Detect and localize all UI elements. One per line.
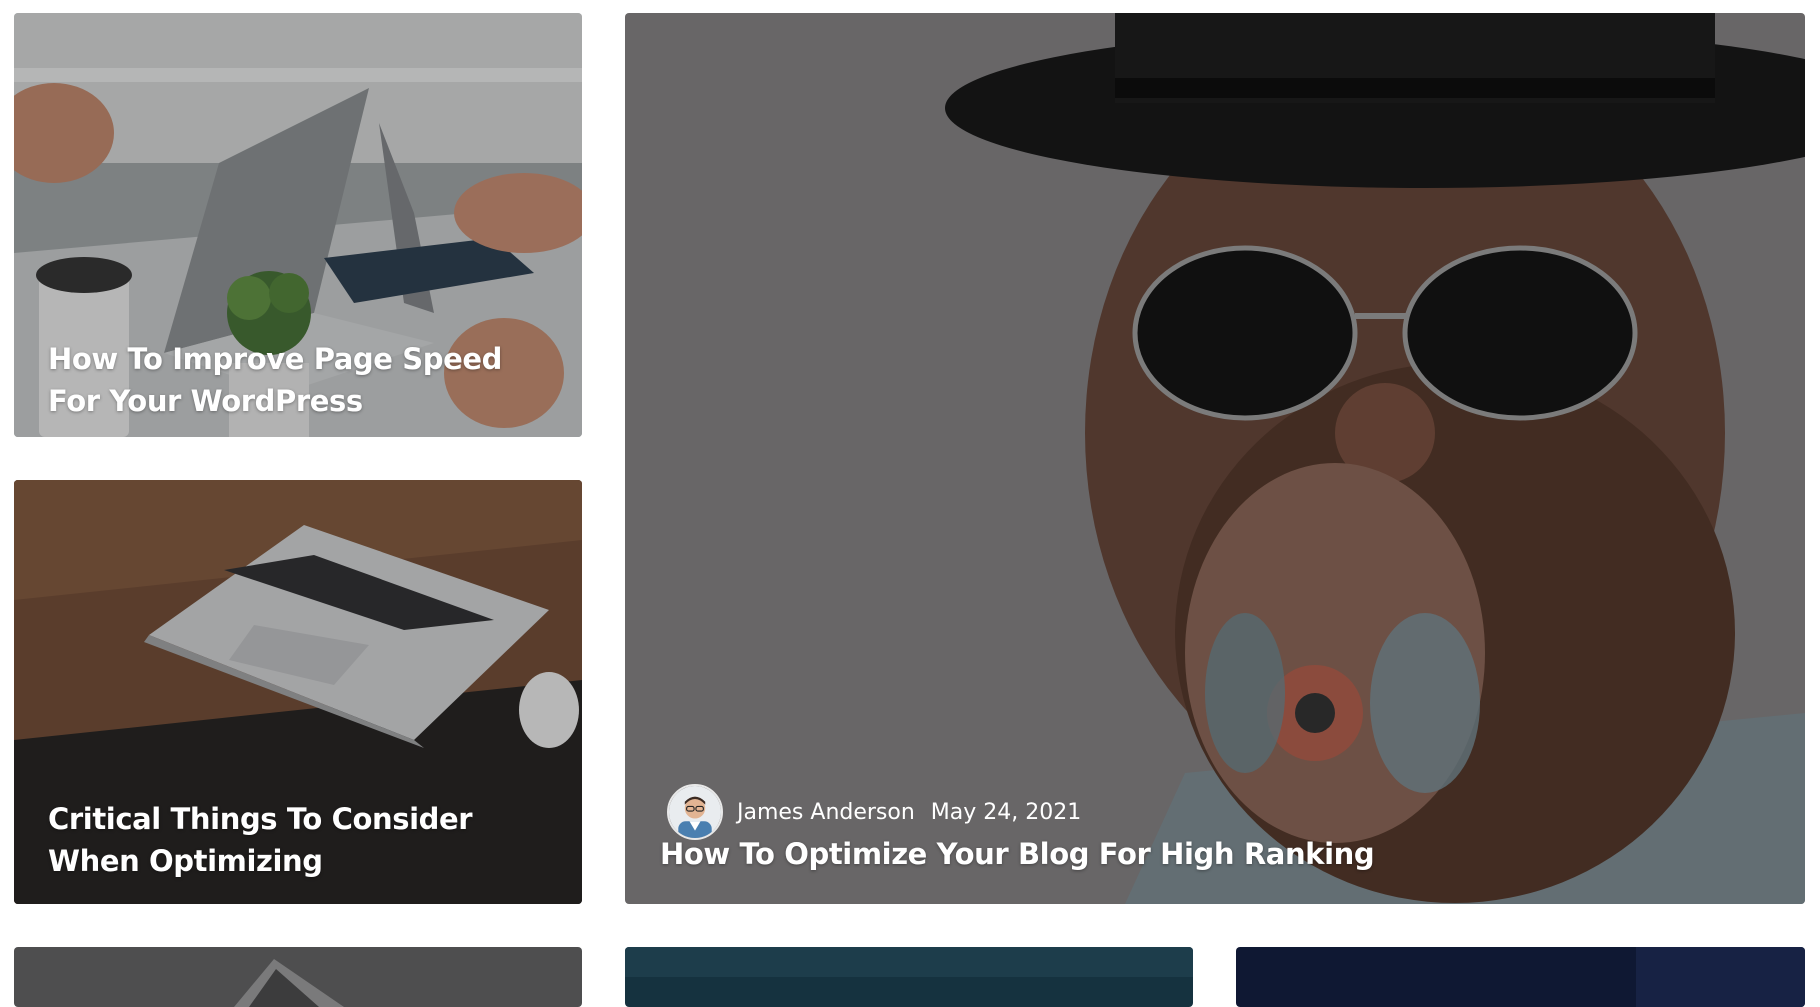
post-card-bottom-right[interactable] <box>1236 947 1805 1007</box>
author-avatar[interactable] <box>667 784 723 840</box>
bearded-man-hat-sunglasses-image <box>625 13 1805 904</box>
post-date: May 24, 2021 <box>930 799 1082 825</box>
post-card-bottom-left[interactable] <box>14 947 582 1007</box>
post-author[interactable]: James Anderson <box>737 800 915 825</box>
featured-post-title[interactable]: How To Optimize Your Blog For High Ranki… <box>660 833 1760 875</box>
post-meta: James Anderson May 24, 2021 <box>667 784 1081 840</box>
building-image <box>14 947 582 1007</box>
post-card-page-speed[interactable]: How To Improve Page Speed For Your WordP… <box>14 13 582 437</box>
post-title[interactable]: Critical Things To Consider When Optimiz… <box>48 798 558 882</box>
post-card-critical-things[interactable]: Critical Things To Consider When Optimiz… <box>14 480 582 904</box>
dark-navy-image <box>1236 947 1805 1007</box>
post-title[interactable]: How To Improve Page Speed For Your WordP… <box>48 338 558 422</box>
featured-post-card[interactable]: James Anderson May 24, 2021 How To Optim… <box>625 13 1805 904</box>
dark-teal-image <box>625 947 1193 1007</box>
post-card-bottom-middle[interactable] <box>625 947 1193 1007</box>
